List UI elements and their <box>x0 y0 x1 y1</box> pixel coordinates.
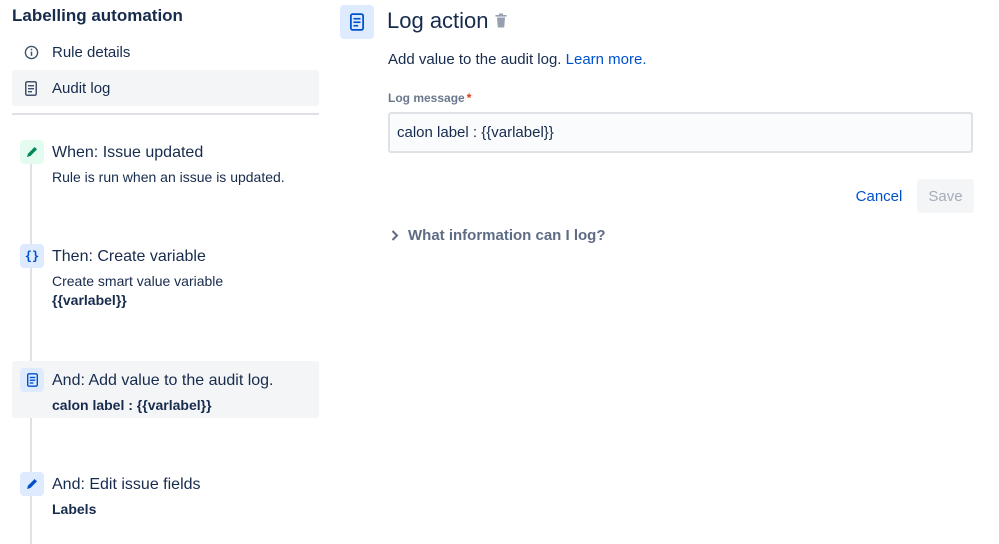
step-description: Create smart value variable <box>52 273 224 289</box>
step-detail: {{varlabel}} <box>52 292 127 308</box>
cancel-button[interactable]: Cancel <box>848 180 910 212</box>
sidebar-item-audit-log[interactable]: Audit log <box>12 70 319 106</box>
step-title: And: Edit issue fields <box>52 476 201 493</box>
field-label-text: Log message <box>388 91 465 105</box>
log-info-expander[interactable]: What information can I log? <box>388 227 606 244</box>
chevron-right-icon <box>388 229 402 243</box>
log-message-label: Log message * <box>388 91 471 105</box>
info-icon <box>23 44 39 60</box>
rule-step-edit-fields[interactable]: And: Edit issue fields Labels <box>12 464 319 534</box>
sidebar: Labelling automation Rule details Audit … <box>0 0 330 544</box>
document-icon <box>23 80 39 96</box>
step-title: Then: Create variable <box>52 248 206 265</box>
rule-title: Labelling automation <box>12 6 183 25</box>
sidebar-divider <box>12 113 319 115</box>
pencil-icon <box>20 472 44 496</box>
sidebar-item-rule-details[interactable]: Rule details <box>12 34 319 70</box>
document-icon <box>340 5 374 39</box>
step-detail: calon label : {{varlabel}} <box>52 397 212 413</box>
sidebar-item-label: Rule details <box>52 43 131 61</box>
panel-description: Add value to the audit log. Learn more. <box>388 51 647 68</box>
step-detail: Labels <box>52 501 97 517</box>
rule-step-create-variable[interactable]: {} Then: Create variable Create smart va… <box>12 236 319 324</box>
sidebar-item-label: Audit log <box>52 79 111 97</box>
braces-icon: {} <box>20 244 44 268</box>
learn-more-link[interactable]: Learn more. <box>566 51 647 68</box>
rule-step-audit-log[interactable]: And: Add value to the audit log. calon l… <box>12 361 319 418</box>
required-asterisk: * <box>466 91 472 105</box>
rule-step-trigger[interactable]: When: Issue updated Rule is run when an … <box>12 132 319 212</box>
pencil-icon <box>20 140 44 164</box>
description-text: Add value to the audit log. <box>388 51 562 68</box>
save-button[interactable]: Save <box>917 179 974 213</box>
expander-label: What information can I log? <box>408 227 606 244</box>
panel-title: Log action <box>387 8 489 33</box>
step-title: And: Add value to the audit log. <box>52 372 274 389</box>
step-title: When: Issue updated <box>52 144 204 161</box>
trash-icon[interactable] <box>494 13 508 29</box>
log-message-input[interactable] <box>388 112 973 153</box>
document-icon <box>20 368 44 392</box>
step-description: Rule is run when an issue is updated. <box>52 169 285 185</box>
action-config-panel: Log action Add value to the audit log. L… <box>330 0 999 544</box>
